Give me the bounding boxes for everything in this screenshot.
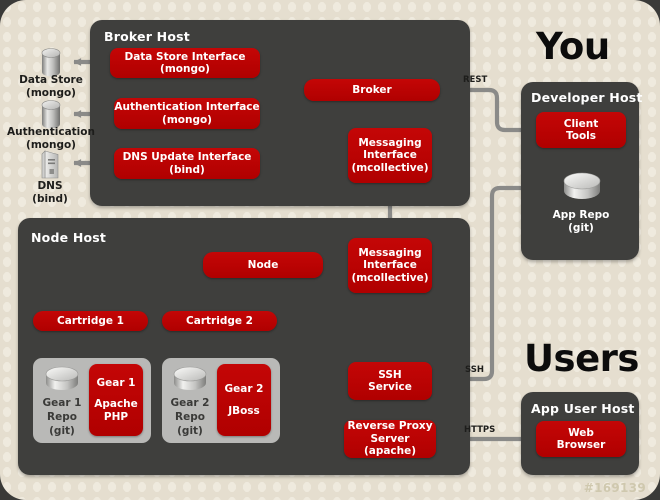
edge-label-rest: REST bbox=[463, 75, 488, 85]
app-repo-icon bbox=[560, 172, 604, 208]
messaging-node-line3: (mcollective) bbox=[351, 271, 429, 284]
ssh-service-line1: SSH bbox=[378, 368, 402, 381]
you-heading: You bbox=[536, 25, 610, 68]
diagram-canvas: Broker Host Data Store Interface (mongo)… bbox=[0, 0, 660, 500]
gear-2-repo-line1: Gear 2 bbox=[170, 397, 210, 409]
edge-label-ssh: SSH bbox=[465, 365, 484, 375]
gear-1-app-line1: Gear 1 bbox=[96, 376, 136, 389]
gear-2-repo-caption: Gear 2 Repo (git) bbox=[164, 396, 216, 439]
gear-1-repo-line1: Gear 1 bbox=[42, 397, 82, 409]
node-host-title: Node Host bbox=[31, 230, 107, 245]
app-repo-line1: App Repo bbox=[552, 209, 610, 221]
gear-1-repo-line2: Repo bbox=[47, 411, 77, 424]
gear-1-app-line3: PHP bbox=[103, 410, 129, 423]
users-heading: Users bbox=[524, 337, 639, 380]
broker-box[interactable]: Broker bbox=[304, 79, 440, 101]
gear-2-app-line1: Gear 2 bbox=[224, 383, 264, 396]
client-tools-line1: Client bbox=[563, 117, 599, 130]
auth-interface-line2: (mongo) bbox=[162, 113, 212, 126]
ssh-service-box[interactable]: SSH Service bbox=[348, 362, 432, 400]
gear-1-repo-caption: Gear 1 Repo (git) bbox=[36, 396, 88, 439]
ssh-service-line2: Service bbox=[368, 381, 412, 393]
web-browser-box[interactable]: Web Browser bbox=[536, 421, 626, 457]
developer-host-title: Developer Host bbox=[531, 90, 643, 105]
broker-label: Broker bbox=[352, 83, 392, 96]
messaging-interface-broker-box[interactable]: Messaging Interface (mcollective) bbox=[348, 128, 432, 183]
messaging-broker-line1: Messaging bbox=[358, 136, 422, 149]
gear-1-app-line2: Apache bbox=[94, 398, 138, 411]
app-repo-caption: App Repo (git) bbox=[536, 209, 626, 234]
auth-interface-line1: Authentication Interface bbox=[114, 101, 260, 114]
cartridge-1-label: Cartridge 1 bbox=[57, 314, 124, 327]
client-tools-line2: Tools bbox=[565, 130, 597, 142]
messaging-broker-line3: (mcollective) bbox=[351, 161, 429, 174]
gear-1-app-box[interactable]: Gear 1 Apache PHP bbox=[89, 364, 143, 436]
data-store-interface-box[interactable]: Data Store Interface (mongo) bbox=[110, 48, 260, 78]
dns-caption: DNS (bind) bbox=[14, 180, 86, 205]
gear-1-repo-icon bbox=[42, 366, 82, 398]
data-store-interface-line1: Data Store Interface bbox=[124, 50, 246, 63]
node-box[interactable]: Node bbox=[203, 252, 323, 278]
reverse-proxy-line1: Reverse Proxy bbox=[347, 420, 433, 433]
web-browser-line2: Browser bbox=[556, 439, 606, 451]
web-browser-line1: Web bbox=[568, 426, 594, 439]
client-tools-box[interactable]: Client Tools bbox=[536, 112, 626, 148]
cartridge-2-label: Cartridge 2 bbox=[186, 314, 253, 327]
data-store-interface-line2: (mongo) bbox=[160, 63, 210, 75]
gear-2-repo-line2: Repo bbox=[175, 411, 205, 424]
gear-2-app-line2: JBoss bbox=[228, 404, 260, 417]
broker-host-title: Broker Host bbox=[104, 29, 190, 44]
data-store-caption-line1: Data Store bbox=[19, 74, 83, 86]
gear-2-repo-line3: (git) bbox=[177, 425, 203, 438]
edge-label-https: HTTPS bbox=[464, 425, 496, 435]
messaging-node-line2: Interface bbox=[363, 259, 417, 272]
data-store-caption: Data Store (mongo) bbox=[4, 74, 98, 99]
dns-interface-line1: DNS Update Interface bbox=[122, 151, 252, 164]
gear-2-repo-icon bbox=[170, 366, 210, 398]
gear-2-app-box[interactable]: Gear 2 JBoss bbox=[217, 364, 271, 436]
auth-caption-line1: Authentication bbox=[7, 126, 95, 138]
watermark: #169139 bbox=[583, 481, 646, 495]
dns-update-interface-box[interactable]: DNS Update Interface (bind) bbox=[114, 148, 260, 179]
gear-1-repo-line3: (git) bbox=[49, 425, 75, 438]
reverse-proxy-box[interactable]: Reverse Proxy Server (apache) bbox=[344, 420, 436, 458]
authentication-interface-box[interactable]: Authentication Interface (mongo) bbox=[114, 98, 260, 129]
messaging-broker-line2: Interface bbox=[363, 149, 417, 162]
messaging-node-line1: Messaging bbox=[358, 246, 422, 259]
cartridge-2-box[interactable]: Cartridge 2 bbox=[162, 311, 277, 331]
dns-interface-line2: (bind) bbox=[169, 163, 205, 176]
dns-caption-line1: DNS bbox=[37, 180, 63, 192]
dns-caption-line2: (bind) bbox=[32, 192, 68, 205]
app-repo-line2: (git) bbox=[568, 221, 594, 234]
reverse-proxy-line2: Server (apache) bbox=[363, 432, 417, 458]
cartridge-1-box[interactable]: Cartridge 1 bbox=[33, 311, 148, 331]
node-label: Node bbox=[247, 258, 279, 271]
app-user-host-title: App User Host bbox=[531, 401, 635, 416]
messaging-interface-node-box[interactable]: Messaging Interface (mcollective) bbox=[348, 238, 432, 293]
